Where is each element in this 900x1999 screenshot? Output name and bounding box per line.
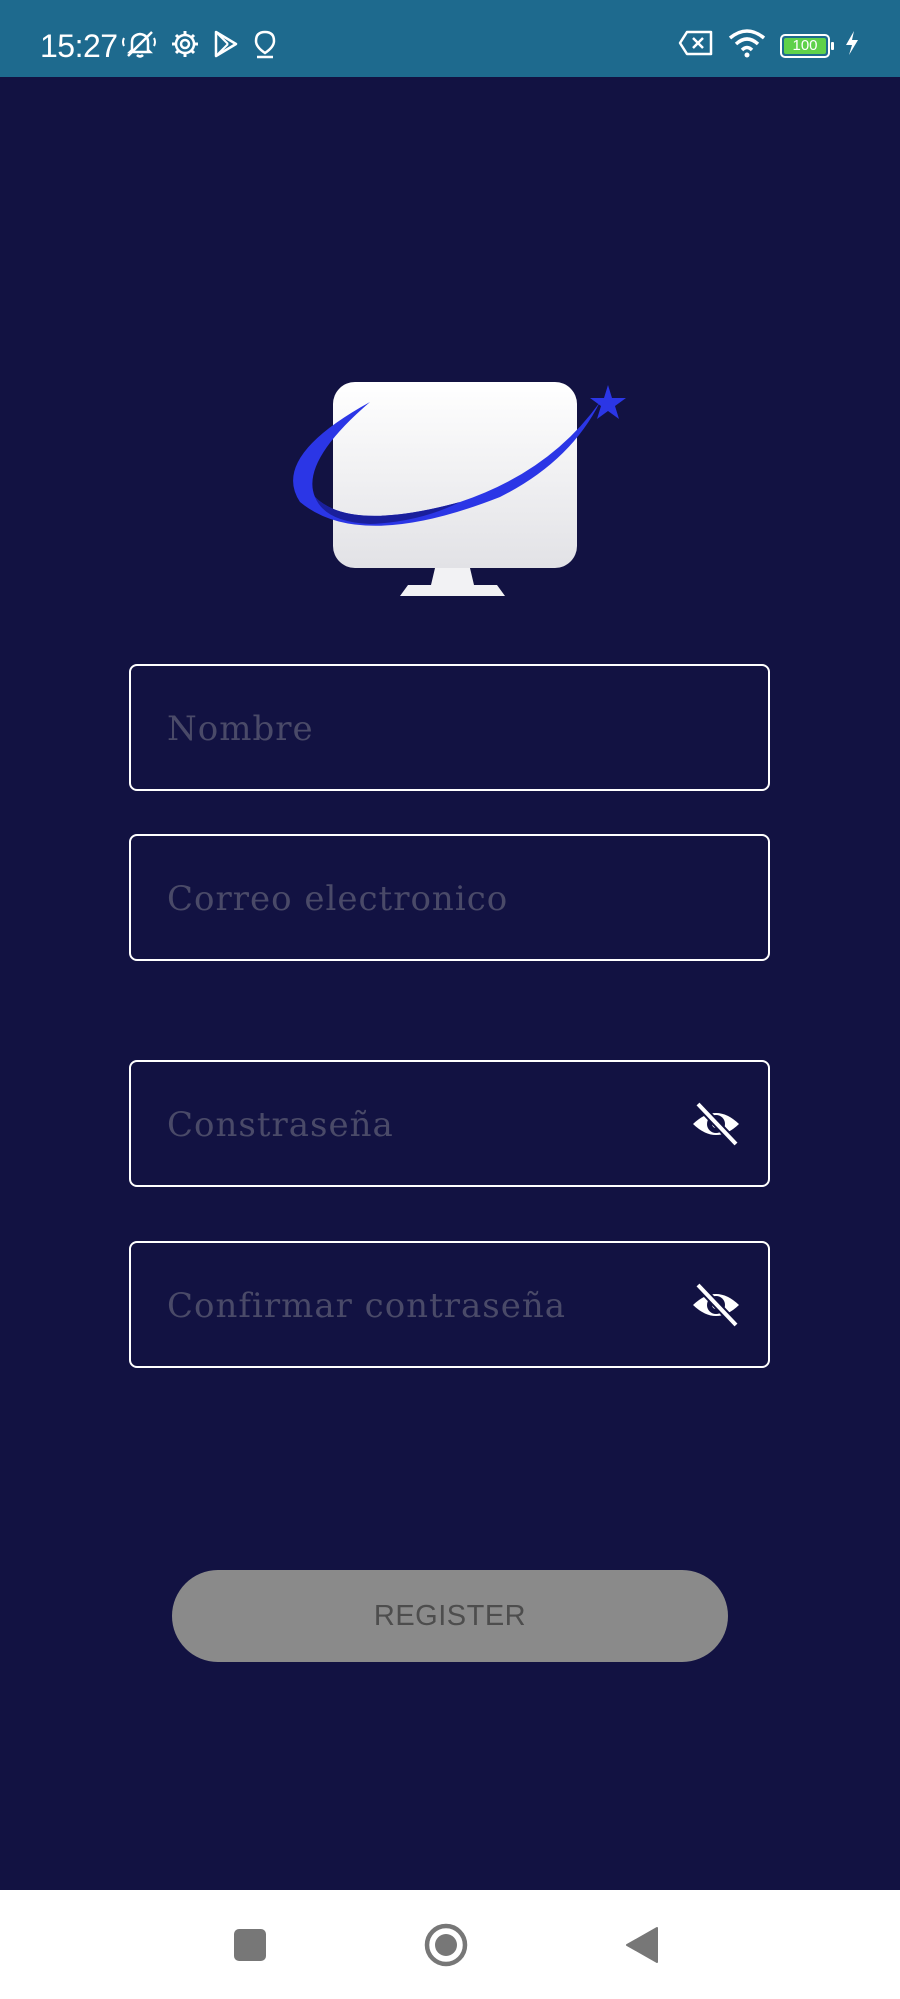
email-field[interactable] (129, 834, 770, 961)
app-logo (293, 382, 626, 596)
navigation-bar (0, 1890, 900, 1999)
back-icon[interactable] (612, 1915, 672, 1975)
name-input[interactable] (165, 666, 689, 791)
status-time: 15:27 (40, 28, 118, 64)
status-bar: 15:27 100 (0, 0, 900, 77)
wifi-icon (728, 28, 766, 63)
battery-icon: 100 (780, 33, 834, 58)
notifications-off-icon (122, 28, 158, 65)
password-input[interactable] (165, 1062, 689, 1187)
confirm-password-input[interactable] (165, 1243, 689, 1368)
no-sim-icon (678, 29, 714, 62)
email-input[interactable] (165, 836, 689, 961)
battery-level: 100 (792, 37, 818, 54)
play-store-icon (212, 29, 240, 64)
register-button[interactable]: REGISTER (172, 1570, 728, 1662)
name-field[interactable] (129, 664, 770, 791)
register-screen: REGISTER (0, 77, 900, 1890)
password-field[interactable] (129, 1060, 770, 1187)
eye-off-icon[interactable] (690, 1281, 742, 1329)
eye-off-icon[interactable] (690, 1100, 742, 1148)
recent-apps-icon[interactable] (220, 1915, 280, 1975)
charging-bolt-icon (844, 30, 860, 61)
status-icons-right: 100 (678, 28, 860, 63)
home-icon[interactable] (416, 1915, 476, 1975)
settings-gear-icon (170, 29, 200, 64)
location-icon (252, 29, 278, 64)
confirm-password-field[interactable] (129, 1241, 770, 1368)
status-icons-left (122, 28, 278, 65)
